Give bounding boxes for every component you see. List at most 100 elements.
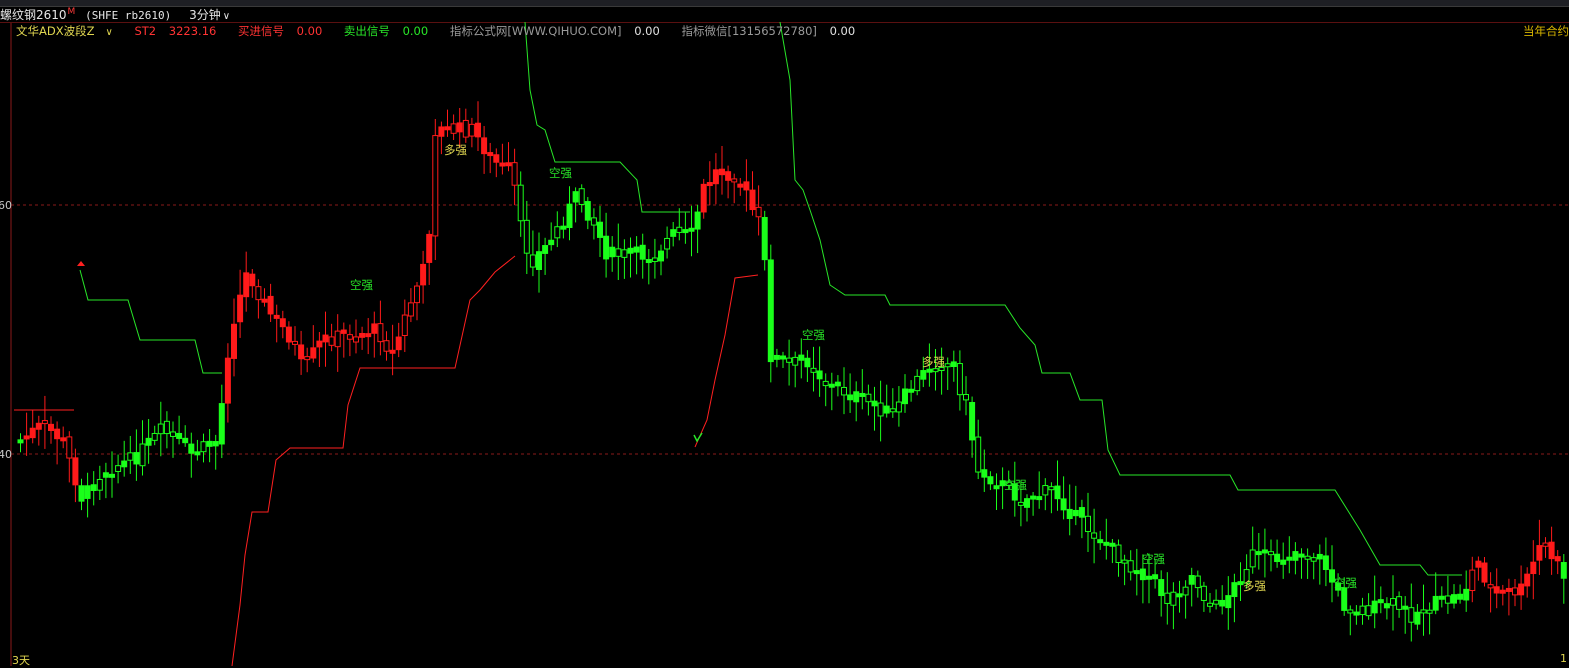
candle-body xyxy=(682,229,689,234)
candle-body xyxy=(969,402,976,441)
main-contract-marker: M xyxy=(67,7,76,17)
candle-body xyxy=(1017,501,1024,506)
candle-body xyxy=(29,427,36,439)
candle-body xyxy=(749,189,756,211)
candle-body xyxy=(279,318,286,328)
candle-body xyxy=(420,263,427,286)
candle-body xyxy=(365,333,372,338)
candle-body xyxy=(1365,605,1372,617)
candle-body xyxy=(1536,545,1543,561)
wechat-value: 0.00 xyxy=(829,24,856,38)
candle-body xyxy=(920,370,927,380)
candle-body xyxy=(1170,591,1177,606)
candle-body xyxy=(200,441,207,453)
candle-body xyxy=(1139,568,1146,581)
candle-body xyxy=(755,206,762,218)
candle-body xyxy=(810,367,817,373)
candle-body xyxy=(627,247,634,254)
signal-annotation: 空强 xyxy=(802,328,825,342)
contract-scope-label: 当年合约 xyxy=(1523,24,1569,38)
candle-body xyxy=(1371,600,1378,614)
candle-body xyxy=(981,469,988,478)
candle-body xyxy=(816,370,823,380)
price-chart[interactable]: 6040空强多强空强空强多强空强空强多强 空强 xyxy=(0,22,1569,666)
candle-body xyxy=(798,354,805,361)
sell-signal-value: 0.00 xyxy=(402,24,429,38)
candle-body xyxy=(621,249,628,258)
candle-body xyxy=(328,336,335,346)
candle-body xyxy=(828,383,835,388)
candle-body xyxy=(1219,599,1226,607)
candle-body xyxy=(1097,539,1104,544)
candle-body xyxy=(249,273,256,287)
candle-body xyxy=(1146,575,1152,580)
candle-body xyxy=(853,391,860,403)
candle-body xyxy=(1347,609,1354,614)
candle-body xyxy=(822,380,829,387)
candle-body xyxy=(72,457,79,486)
candle-body xyxy=(1316,553,1323,560)
candle-body xyxy=(493,154,500,163)
candle-body xyxy=(767,259,774,363)
buy-signal-label: 买进信号 xyxy=(238,24,284,38)
candle-body xyxy=(1396,596,1403,610)
candle-body xyxy=(1420,609,1427,614)
long-stop-line xyxy=(694,274,759,448)
indicator-selector[interactable]: 文华ADX波段Z ∨ xyxy=(16,24,122,38)
candle-body xyxy=(1341,587,1348,611)
candle-body xyxy=(468,123,475,137)
candle-body xyxy=(115,465,122,472)
candle-body xyxy=(1268,551,1274,556)
candle-body xyxy=(41,420,48,425)
candle-body xyxy=(1457,593,1464,600)
candle-body xyxy=(407,302,414,317)
candle-body xyxy=(1505,587,1512,592)
candle-body xyxy=(645,259,652,264)
candle-body xyxy=(1493,586,1500,594)
chevron-down-icon: ∨ xyxy=(105,27,113,38)
signal-annotation: 空强 xyxy=(350,278,373,292)
candle-body xyxy=(536,251,542,270)
candle-body xyxy=(1024,498,1030,508)
candle-body xyxy=(1127,560,1134,573)
candle-body xyxy=(956,363,963,396)
candle-body xyxy=(54,428,61,440)
candle-body xyxy=(1377,599,1384,604)
candle-body xyxy=(310,347,317,359)
candle-body xyxy=(285,326,292,343)
candle-body xyxy=(1152,574,1159,580)
candle-body xyxy=(578,188,585,205)
candle-body xyxy=(444,126,451,131)
candle-body xyxy=(1560,562,1567,579)
candle-body xyxy=(499,162,506,167)
candle-body xyxy=(395,336,402,351)
candle-body xyxy=(963,394,969,401)
candle-body xyxy=(572,191,579,203)
candle-body xyxy=(584,201,591,221)
candle-body xyxy=(261,298,268,303)
candle-body xyxy=(346,334,353,340)
candle-body xyxy=(834,381,841,387)
candle-body xyxy=(1176,593,1183,598)
candle-body xyxy=(267,295,274,315)
candle-body xyxy=(1213,599,1220,605)
candle-body xyxy=(109,473,115,478)
candle-body xyxy=(243,272,250,298)
candle-body xyxy=(298,344,305,360)
candle-body xyxy=(566,203,573,228)
wechat-label: 指标微信[13156572780] xyxy=(681,24,817,38)
candle-body xyxy=(188,443,195,454)
short-stop-line xyxy=(524,22,690,213)
candle-body xyxy=(1249,549,1256,568)
candle-body xyxy=(475,122,481,138)
buy-signal-readout: 买进信号 0.00 xyxy=(238,24,331,38)
candle-body xyxy=(743,181,750,191)
indicator-legend: 文华ADX波段Z ∨ ST2 3223.16 买进信号 0.00 卖出信号 0.0… xyxy=(16,23,873,39)
candle-body xyxy=(865,393,872,403)
candle-body xyxy=(670,229,677,237)
price-tick-label: 40 xyxy=(0,448,12,461)
candle-body xyxy=(841,386,847,396)
candle-body xyxy=(1475,560,1482,568)
candle-body xyxy=(975,436,982,473)
candle-body xyxy=(609,246,616,258)
